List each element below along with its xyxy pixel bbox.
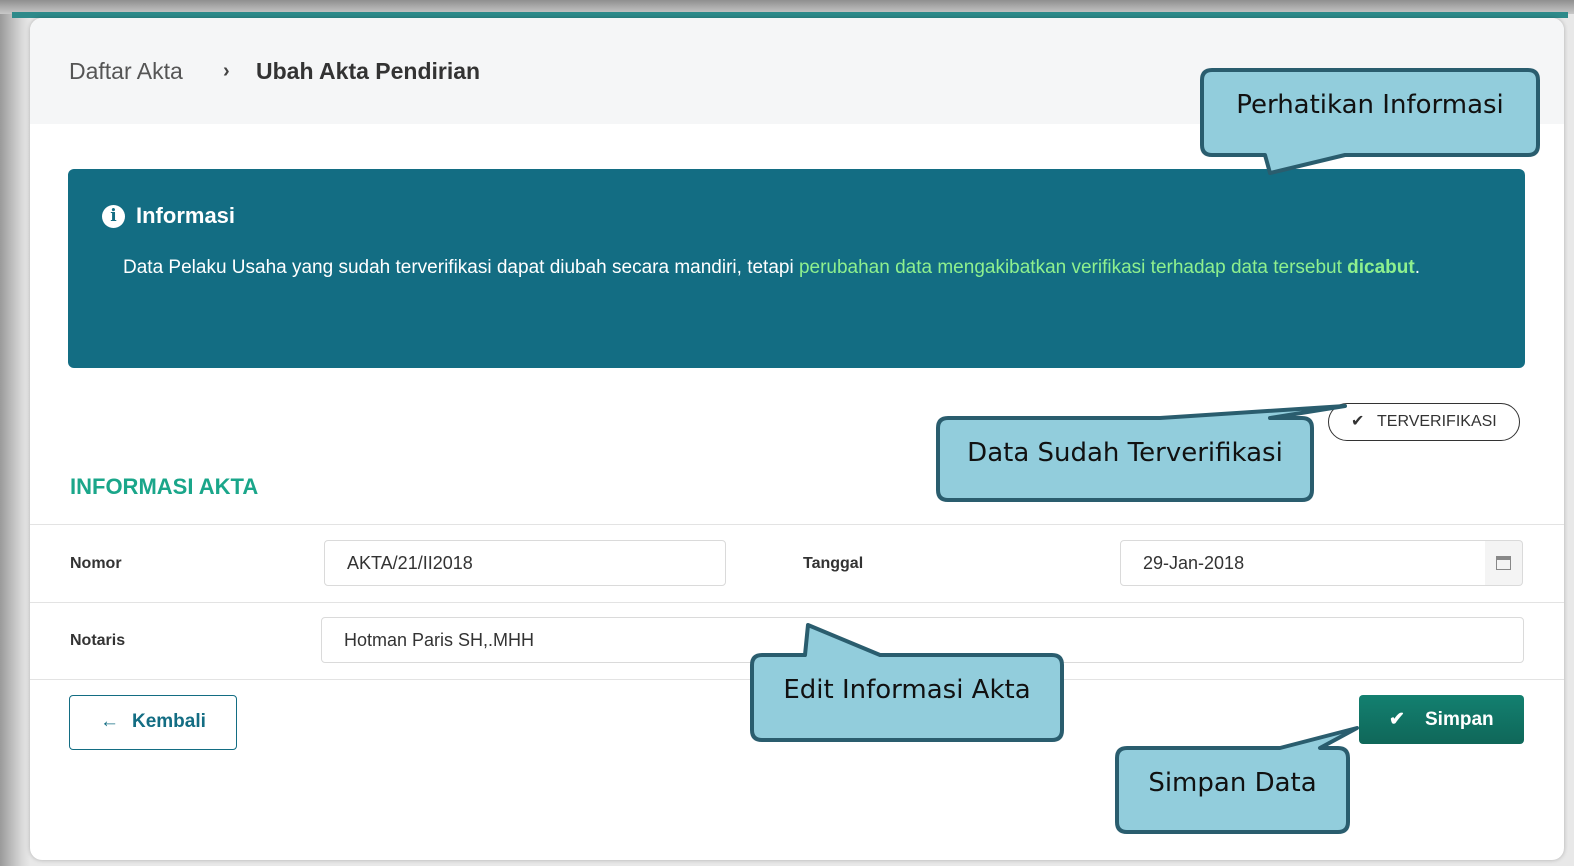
callout-save: Simpan Data <box>1148 768 1317 798</box>
callout-edit: Edit Informasi Akta <box>783 675 1031 705</box>
callout-verified: Data Sudah Terverifikasi <box>967 438 1283 468</box>
callout-info-shape <box>1200 68 1540 175</box>
callout-info: Perhatikan Informasi <box>1236 90 1504 120</box>
callout-layer <box>750 68 1540 834</box>
